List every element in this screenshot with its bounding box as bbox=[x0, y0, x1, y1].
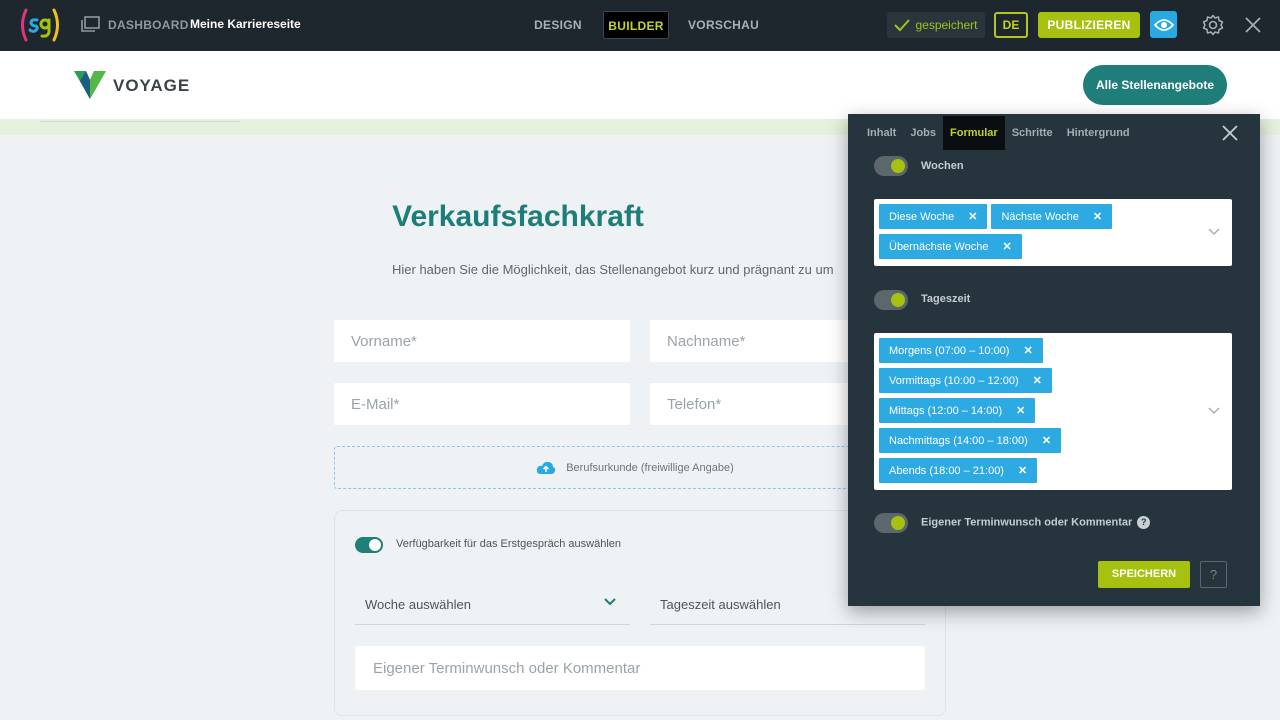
daytime-label: Tageszeit bbox=[921, 293, 971, 305]
sg-logo[interactable] bbox=[18, 7, 62, 43]
custom-request-text: Eigener Terminwunsch oder Kommentar bbox=[921, 516, 1133, 529]
chevron-down-icon[interactable] bbox=[1208, 407, 1220, 415]
custom-request-toggle[interactable] bbox=[874, 513, 908, 533]
language-button[interactable]: DE bbox=[994, 12, 1028, 38]
chip-label: Vormittags (10:00 – 12:00) bbox=[889, 374, 1019, 387]
tab-background[interactable]: Hintergrund bbox=[1060, 116, 1137, 150]
remove-chip-icon[interactable]: ✕ bbox=[968, 210, 977, 223]
email-field[interactable]: E-Mail* bbox=[334, 383, 630, 425]
brand-name: VOYAGE bbox=[113, 76, 191, 95]
chip-label: Abends (18:00 – 21:00) bbox=[889, 464, 1004, 477]
tab-form[interactable]: Formular bbox=[943, 116, 1005, 150]
cloud-upload-icon bbox=[537, 461, 556, 474]
saved-status: gespeichert bbox=[887, 12, 985, 38]
chip-daytime[interactable]: Vormittags (10:00 – 12:00) ✕ bbox=[879, 368, 1052, 393]
help-button[interactable]: ? bbox=[1200, 561, 1227, 588]
tab-design[interactable]: DESIGN bbox=[528, 11, 588, 39]
remove-chip-icon[interactable]: ✕ bbox=[1023, 344, 1032, 357]
help-icon[interactable]: ? bbox=[1137, 516, 1151, 529]
daytime-multiselect[interactable]: Morgens (07:00 – 10:00) ✕ Vormittags (10:… bbox=[874, 333, 1232, 490]
settings-gear-icon[interactable] bbox=[1202, 14, 1224, 36]
remove-chip-icon[interactable]: ✕ bbox=[1033, 374, 1042, 387]
availability-toggle[interactable] bbox=[355, 537, 383, 553]
pages-stack-icon bbox=[81, 16, 100, 32]
chip-label: Übernächste Woche bbox=[889, 240, 989, 253]
eye-icon bbox=[1153, 18, 1174, 31]
comment-field[interactable]: Eigener Terminwunsch oder Kommentar bbox=[355, 646, 925, 690]
weeks-multiselect[interactable]: Diese Woche ✕ Nächste Woche ✕ Übernächste … bbox=[874, 199, 1232, 266]
availability-label: Verfügbarkeit für das Erstgespräch auswä… bbox=[396, 538, 622, 550]
remove-chip-icon[interactable]: ✕ bbox=[1002, 240, 1011, 253]
week-select[interactable]: Woche auswählen bbox=[355, 584, 630, 625]
first-name-field[interactable]: Vorname* bbox=[334, 320, 630, 362]
chip-week[interactable]: Übernächste Woche ✕ bbox=[879, 234, 1022, 259]
check-icon bbox=[894, 19, 911, 32]
chip-label: Nachmittags (14:00 – 18:00) bbox=[889, 434, 1028, 447]
remove-chip-icon[interactable]: ✕ bbox=[1018, 464, 1027, 477]
chip-label: Mittags (12:00 – 14:00) bbox=[889, 404, 1003, 417]
chip-daytime[interactable]: Mittags (12:00 – 14:00) ✕ bbox=[879, 398, 1036, 423]
tab-content[interactable]: Inhalt bbox=[860, 116, 903, 150]
preview-eye-button[interactable] bbox=[1150, 11, 1177, 38]
weeks-toggle[interactable] bbox=[874, 156, 908, 176]
panel-tabs: Inhalt Jobs Formular Schritte Hintergrun… bbox=[860, 116, 1137, 150]
chip-week[interactable]: Nächste Woche ✕ bbox=[991, 204, 1113, 229]
chip-label: Nächste Woche bbox=[1001, 210, 1079, 223]
tab-steps[interactable]: Schritte bbox=[1005, 116, 1060, 150]
publish-button[interactable]: PUBLIZIEREN bbox=[1038, 12, 1140, 38]
chip-daytime[interactable]: Morgens (07:00 – 10:00) ✕ bbox=[879, 338, 1043, 363]
save-button[interactable]: SPEICHERN bbox=[1098, 561, 1190, 588]
chip-daytime[interactable]: Nachmittags (14:00 – 18:00) ✕ bbox=[879, 428, 1062, 453]
custom-request-label: Eigener Terminwunsch oder Kommentar? bbox=[921, 516, 1151, 529]
voyage-logo-icon bbox=[74, 71, 106, 99]
all-jobs-button[interactable]: Alle Stellenangebote bbox=[1083, 65, 1227, 105]
divider bbox=[40, 121, 240, 122]
close-builder-icon[interactable] bbox=[1245, 17, 1261, 33]
chip-week[interactable]: Diese Woche ✕ bbox=[879, 204, 988, 229]
chip-daytime[interactable]: Abends (18:00 – 21:00) ✕ bbox=[879, 458, 1038, 483]
daytime-toggle[interactable] bbox=[874, 290, 908, 310]
week-select-value: Woche auswählen bbox=[365, 596, 471, 612]
site-name: Meine Karriereseite bbox=[190, 17, 301, 31]
builder-topbar: DASHBOARD Meine Karriereseite DESIGN BUI… bbox=[0, 0, 1280, 51]
chip-label: Diese Woche bbox=[889, 210, 955, 223]
form-settings-panel: Inhalt Jobs Formular Schritte Hintergrun… bbox=[848, 114, 1260, 606]
remove-chip-icon[interactable]: ✕ bbox=[1042, 434, 1051, 447]
upload-label: Berufsurkunde (freiwillige Angabe) bbox=[566, 461, 734, 474]
dashboard-label: DASHBOARD bbox=[108, 18, 189, 32]
chip-label: Morgens (07:00 – 10:00) bbox=[889, 344, 1010, 357]
saved-label: gespeichert bbox=[915, 18, 978, 32]
weeks-label: Wochen bbox=[921, 160, 964, 172]
chevron-down-icon[interactable] bbox=[1208, 228, 1220, 236]
dashboard-link[interactable]: DASHBOARD bbox=[80, 15, 189, 35]
tab-preview[interactable]: VORSCHAU bbox=[688, 11, 759, 39]
remove-chip-icon[interactable]: ✕ bbox=[1093, 210, 1102, 223]
tab-jobs[interactable]: Jobs bbox=[903, 116, 943, 150]
close-icon[interactable] bbox=[1222, 125, 1238, 141]
remove-chip-icon[interactable]: ✕ bbox=[1016, 404, 1025, 417]
job-subtitle: Hier haben Sie die Möglichkeit, das Stel… bbox=[392, 262, 834, 277]
daytime-select-value: Tageszeit auswählen bbox=[660, 596, 781, 612]
chevron-down-icon bbox=[604, 598, 616, 606]
tab-builder[interactable]: BUILDER bbox=[603, 11, 669, 39]
